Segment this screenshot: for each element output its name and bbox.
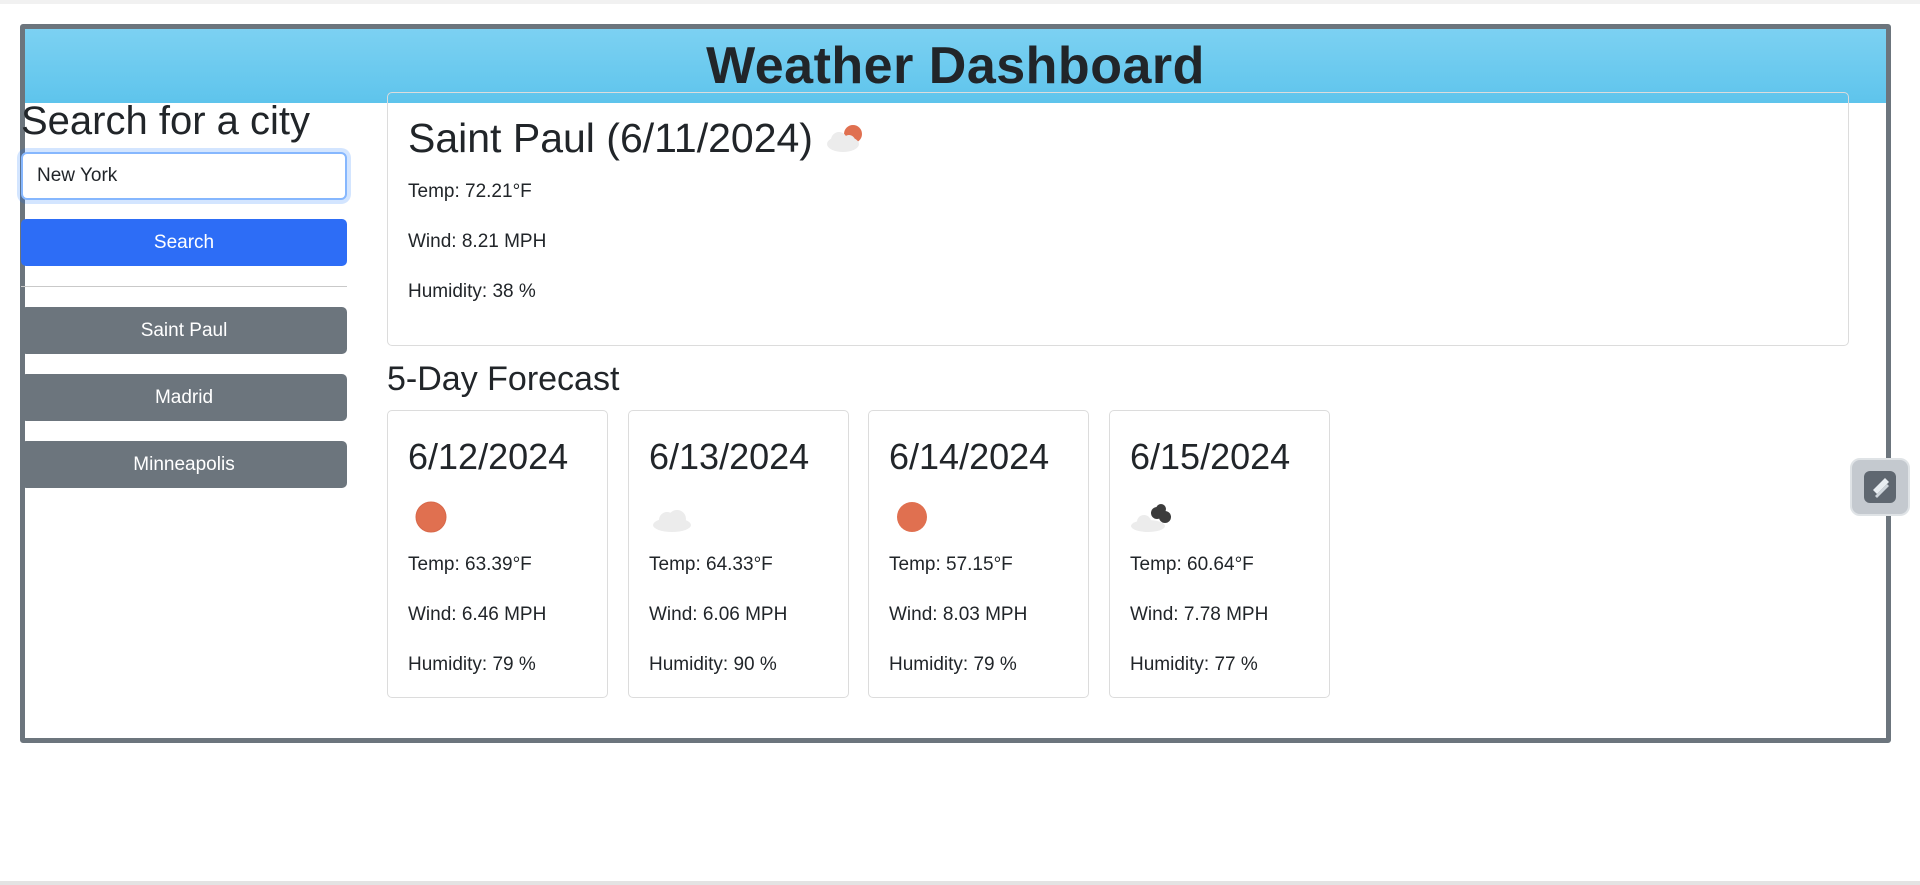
page-title: Weather Dashboard (706, 37, 1205, 95)
current-wind: Wind: 8.21 MPH (408, 231, 547, 252)
forecast-date: 6/14/2024 (889, 436, 1050, 477)
broken-clouds-icon (1131, 504, 1171, 532)
bottom-border (0, 881, 1920, 885)
forecast-card: 6/13/2024 Temp: 64.33°F Wind: 6.06 MPH H… (628, 410, 849, 698)
current-weather-title: Saint Paul (6/11/2024) (408, 113, 869, 163)
search-sidebar: Search for a city Search Saint Paul Madr… (21, 96, 347, 508)
forecast-wind: Wind: 8.03 MPH (889, 604, 1028, 625)
forecast-temp: Temp: 60.64°F (1130, 554, 1254, 575)
history-button-saint-paul[interactable]: Saint Paul (21, 307, 347, 354)
forecast-humidity: Humidity: 79 % (889, 654, 1017, 675)
forecast-date: 6/13/2024 (649, 436, 810, 477)
history-button-minneapolis[interactable]: Minneapolis (21, 441, 347, 488)
city-search-input[interactable] (21, 152, 347, 200)
forecast-humidity: Humidity: 79 % (408, 654, 536, 675)
extension-icon (1864, 471, 1896, 503)
current-temp: Temp: 72.21°F (408, 181, 532, 202)
top-border (0, 0, 1920, 4)
sun-icon (897, 502, 927, 532)
search-heading: Search for a city (21, 99, 311, 143)
forecast-card: 6/14/2024 Temp: 57.15°F Wind: 8.03 MPH H… (868, 410, 1089, 698)
forecast-temp: Temp: 64.33°F (649, 554, 773, 575)
extension-widget[interactable] (1850, 458, 1910, 516)
forecast-card: 6/15/2024 Temp: 60.64°F Wind: 7.78 MPH H… (1109, 410, 1330, 698)
forecast-card: 6/12/2024 Temp: 63.39°F Wind: 6.46 MPH H… (387, 410, 608, 698)
forecast-humidity: Humidity: 77 % (1130, 654, 1258, 675)
current-humidity: Humidity: 38 % (408, 281, 536, 302)
current-weather-card: Saint Paul (6/11/2024) Temp: 72.21°F Win… (387, 92, 1849, 346)
forecast-wind: Wind: 6.06 MPH (649, 604, 788, 625)
forecast-date: 6/12/2024 (408, 436, 569, 477)
forecast-temp: Temp: 63.39°F (408, 554, 532, 575)
search-button[interactable]: Search (21, 219, 347, 266)
forecast-heading: 5-Day Forecast (387, 360, 620, 398)
forecast-humidity: Humidity: 90 % (649, 654, 777, 675)
sidebar-divider (21, 286, 347, 287)
cloud-icon (653, 510, 691, 532)
current-city-date: Saint Paul (6/11/2024) (408, 115, 813, 161)
forecast-wind: Wind: 6.46 MPH (408, 604, 547, 625)
history-button-madrid[interactable]: Madrid (21, 374, 347, 421)
partly-cloudy-day-icon (826, 125, 862, 152)
forecast-temp: Temp: 57.15°F (889, 554, 1013, 575)
forecast-wind: Wind: 7.78 MPH (1130, 604, 1269, 625)
sun-icon (415, 501, 447, 533)
forecast-date: 6/15/2024 (1130, 436, 1291, 477)
